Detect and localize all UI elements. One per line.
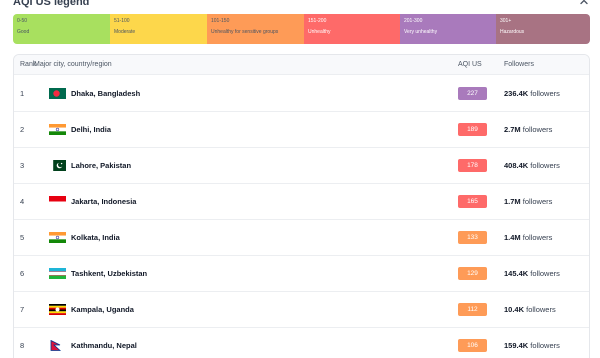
legend-segment-label: Unhealthy: [308, 29, 331, 35]
legend-segment-usg: 101-150 Unhealthy for sensitive groups: [207, 14, 304, 44]
city-link[interactable]: Lahore, Pakistan: [71, 148, 131, 184]
table-row[interactable]: 6 Tashkent, Uzbekistan 129 145.4K follow…: [14, 256, 589, 292]
table-row[interactable]: 8 Kathmandu, Nepal 106 159.4K followers: [14, 328, 589, 358]
city-link[interactable]: Delhi, India: [71, 112, 111, 148]
rank: 8: [20, 341, 25, 350]
city-link[interactable]: Tashkent, Uzbekistan: [71, 256, 147, 292]
aqi-badge: 227: [458, 87, 487, 100]
legend-segment-range: 0-50: [17, 18, 28, 24]
rank: 1: [20, 89, 25, 98]
table-row[interactable]: 7 Kampala, Uganda 112 10.4K followers: [14, 292, 589, 328]
city-link[interactable]: Dhaka, Bangladesh: [71, 76, 140, 112]
table-header: Rank Major city, country/region AQI US F…: [14, 55, 589, 75]
followers-count: 408.4K followers: [504, 148, 560, 184]
aqi-badge: 129: [458, 267, 487, 280]
aqi-badge: 189: [458, 123, 487, 136]
legend-segment-label: Moderate: [114, 29, 136, 35]
city-link[interactable]: Kampala, Uganda: [71, 292, 134, 328]
followers-value: 10.4K: [504, 305, 525, 314]
followers-value: 236.4K: [504, 89, 529, 98]
legend-header: AQI US legend: [13, 0, 590, 9]
legend-segment-range: 51-100: [114, 18, 130, 24]
legend-segment-moderate: 51-100 Moderate: [110, 14, 207, 44]
followers-count: 1.4M followers: [504, 220, 552, 256]
city-link[interactable]: Kathmandu, Nepal: [71, 328, 137, 358]
followers-suffix: followers: [522, 233, 553, 242]
indonesia-flag-icon: [49, 196, 66, 207]
legend-segment-range: 151-200: [308, 18, 327, 24]
table-row[interactable]: 4 Jakarta, Indonesia 165 1.7M followers: [14, 184, 589, 220]
followers-value: 145.4K: [504, 269, 529, 278]
header-city: Major city, country/region: [34, 61, 112, 68]
legend-segment-range: 201-300: [404, 18, 423, 24]
followers-count: 159.4K followers: [504, 328, 560, 358]
followers-count: 2.7M followers: [504, 112, 552, 148]
followers-suffix: followers: [522, 125, 553, 134]
followers-value: 1.4M: [504, 233, 521, 242]
india-flag-icon: [49, 124, 66, 135]
aqi-badge: 165: [458, 195, 487, 208]
followers-suffix: followers: [522, 197, 553, 206]
chevron-up-icon: [580, 0, 588, 5]
rank: 6: [20, 269, 25, 278]
legend-segment-label: Hazardous: [500, 29, 525, 35]
legend-segment-label: Good: [17, 29, 30, 35]
followers-value: 159.4K: [504, 341, 529, 350]
followers-suffix: followers: [530, 269, 560, 278]
followers-count: 10.4K followers: [504, 292, 556, 328]
followers-value: 1.7M: [504, 197, 521, 206]
followers-suffix: followers: [530, 161, 560, 170]
city-link[interactable]: Jakarta, Indonesia: [71, 184, 136, 220]
table-row[interactable]: 2 Delhi, India 189 2.7M followers: [14, 112, 589, 148]
legend-segment-range: 101-150: [211, 18, 230, 24]
legend-segment-very-unhealthy: 201-300 Very unhealthy: [400, 14, 496, 44]
uzbekistan-flag-icon: [49, 268, 66, 279]
uganda-flag-icon: [49, 304, 66, 315]
aqi-badge: 178: [458, 159, 487, 172]
nepal-flag-icon: [49, 340, 66, 351]
india-flag-icon: [49, 232, 66, 243]
followers-suffix: followers: [526, 305, 556, 314]
legend-segment-unhealthy: 151-200 Unhealthy: [304, 14, 400, 44]
table-row[interactable]: 1 Dhaka, Bangladesh 227 236.4K followers: [14, 76, 589, 112]
aqi-badge: 112: [458, 303, 487, 316]
legend-segment-good: 0-50 Good: [13, 14, 110, 44]
rank: 3: [20, 161, 25, 170]
rank: 4: [20, 197, 25, 206]
city-link[interactable]: Kolkata, India: [71, 220, 120, 256]
legend-segment-label: Very unhealthy: [404, 29, 438, 35]
legend-segment-hazardous: 301+ Hazardous: [496, 14, 590, 44]
bangladesh-flag-icon: [49, 88, 66, 99]
header-aqi: AQI US: [458, 61, 482, 68]
table-row[interactable]: 3 Lahore, Pakistan 178 408.4K followers: [14, 148, 589, 184]
followers-suffix: followers: [530, 89, 560, 98]
table-row[interactable]: 5 Kolkata, India 133 1.4M followers: [14, 220, 589, 256]
rank: 7: [20, 305, 25, 314]
rank: 5: [20, 233, 25, 242]
legend-segment-range: 301+: [500, 18, 512, 24]
legend-title: AQI US legend: [13, 0, 90, 8]
followers-count: 236.4K followers: [504, 76, 560, 112]
aqi-badge: 133: [458, 231, 487, 244]
collapse-button[interactable]: [578, 0, 590, 8]
followers-count: 145.4K followers: [504, 256, 560, 292]
followers-value: 408.4K: [504, 161, 529, 170]
aqi-badge: 106: [458, 339, 487, 352]
header-followers: Followers: [504, 61, 534, 68]
pakistan-flag-icon: [49, 160, 66, 171]
followers-value: 2.7M: [504, 125, 521, 134]
legend-segment-label: Unhealthy for sensitive groups: [211, 29, 279, 35]
rank: 2: [20, 125, 25, 134]
aqi-legend-bar: 0-50 Good 51-100 Moderate 101-150 Unheal…: [13, 14, 590, 44]
city-ranking-table: Rank Major city, country/region AQI US F…: [13, 54, 590, 358]
followers-suffix: followers: [530, 341, 560, 350]
followers-count: 1.7M followers: [504, 184, 552, 220]
